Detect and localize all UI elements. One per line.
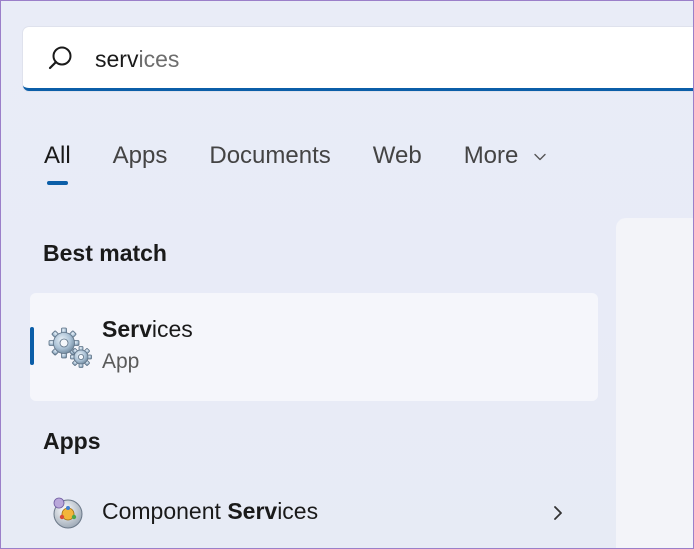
filter-tabs: All Apps Documents Web More: [44, 141, 589, 185]
component-services-name: Component Services: [102, 498, 318, 525]
preview-pane: [616, 218, 694, 549]
component-services-name-prefix: Component: [102, 498, 228, 524]
search-typed-text: serv: [95, 46, 139, 72]
best-match-heading: Best match: [43, 240, 167, 266]
tab-documents-label: Documents: [209, 142, 331, 169]
search-suggestion-text: ices: [138, 46, 180, 72]
component-services-name-highlight: Serv: [227, 498, 278, 524]
best-match-name-highlight: Serv: [102, 316, 152, 342]
best-match-app-name: Services: [102, 316, 193, 343]
list-item[interactable]: Component Services: [30, 485, 598, 541]
selection-indicator: [30, 327, 34, 365]
tab-all[interactable]: All: [44, 141, 71, 185]
tab-more[interactable]: More: [464, 141, 547, 181]
component-services-icon: [53, 497, 83, 529]
best-match-app-type: App: [102, 350, 140, 373]
tab-more-label: More: [463, 142, 519, 169]
search-icon: [48, 46, 72, 70]
search-input[interactable]: services: [95, 46, 179, 72]
active-tab-indicator: [47, 181, 68, 185]
chevron-down-icon: [534, 153, 546, 160]
tab-web[interactable]: Web: [373, 141, 422, 181]
gears-icon: [48, 327, 92, 368]
tab-documents[interactable]: Documents: [209, 141, 330, 181]
apps-heading: Apps: [43, 428, 101, 454]
tab-apps[interactable]: Apps: [113, 141, 168, 181]
search-box[interactable]: services: [23, 27, 694, 91]
tab-apps-label: Apps: [112, 142, 168, 169]
chevron-right-icon[interactable]: [551, 503, 565, 523]
tab-web-label: Web: [372, 142, 422, 169]
tab-all-label: All: [44, 142, 71, 169]
best-match-result[interactable]: Services App: [30, 293, 598, 401]
best-match-name-rest: ices: [151, 316, 193, 342]
component-services-name-rest: ices: [277, 498, 319, 524]
